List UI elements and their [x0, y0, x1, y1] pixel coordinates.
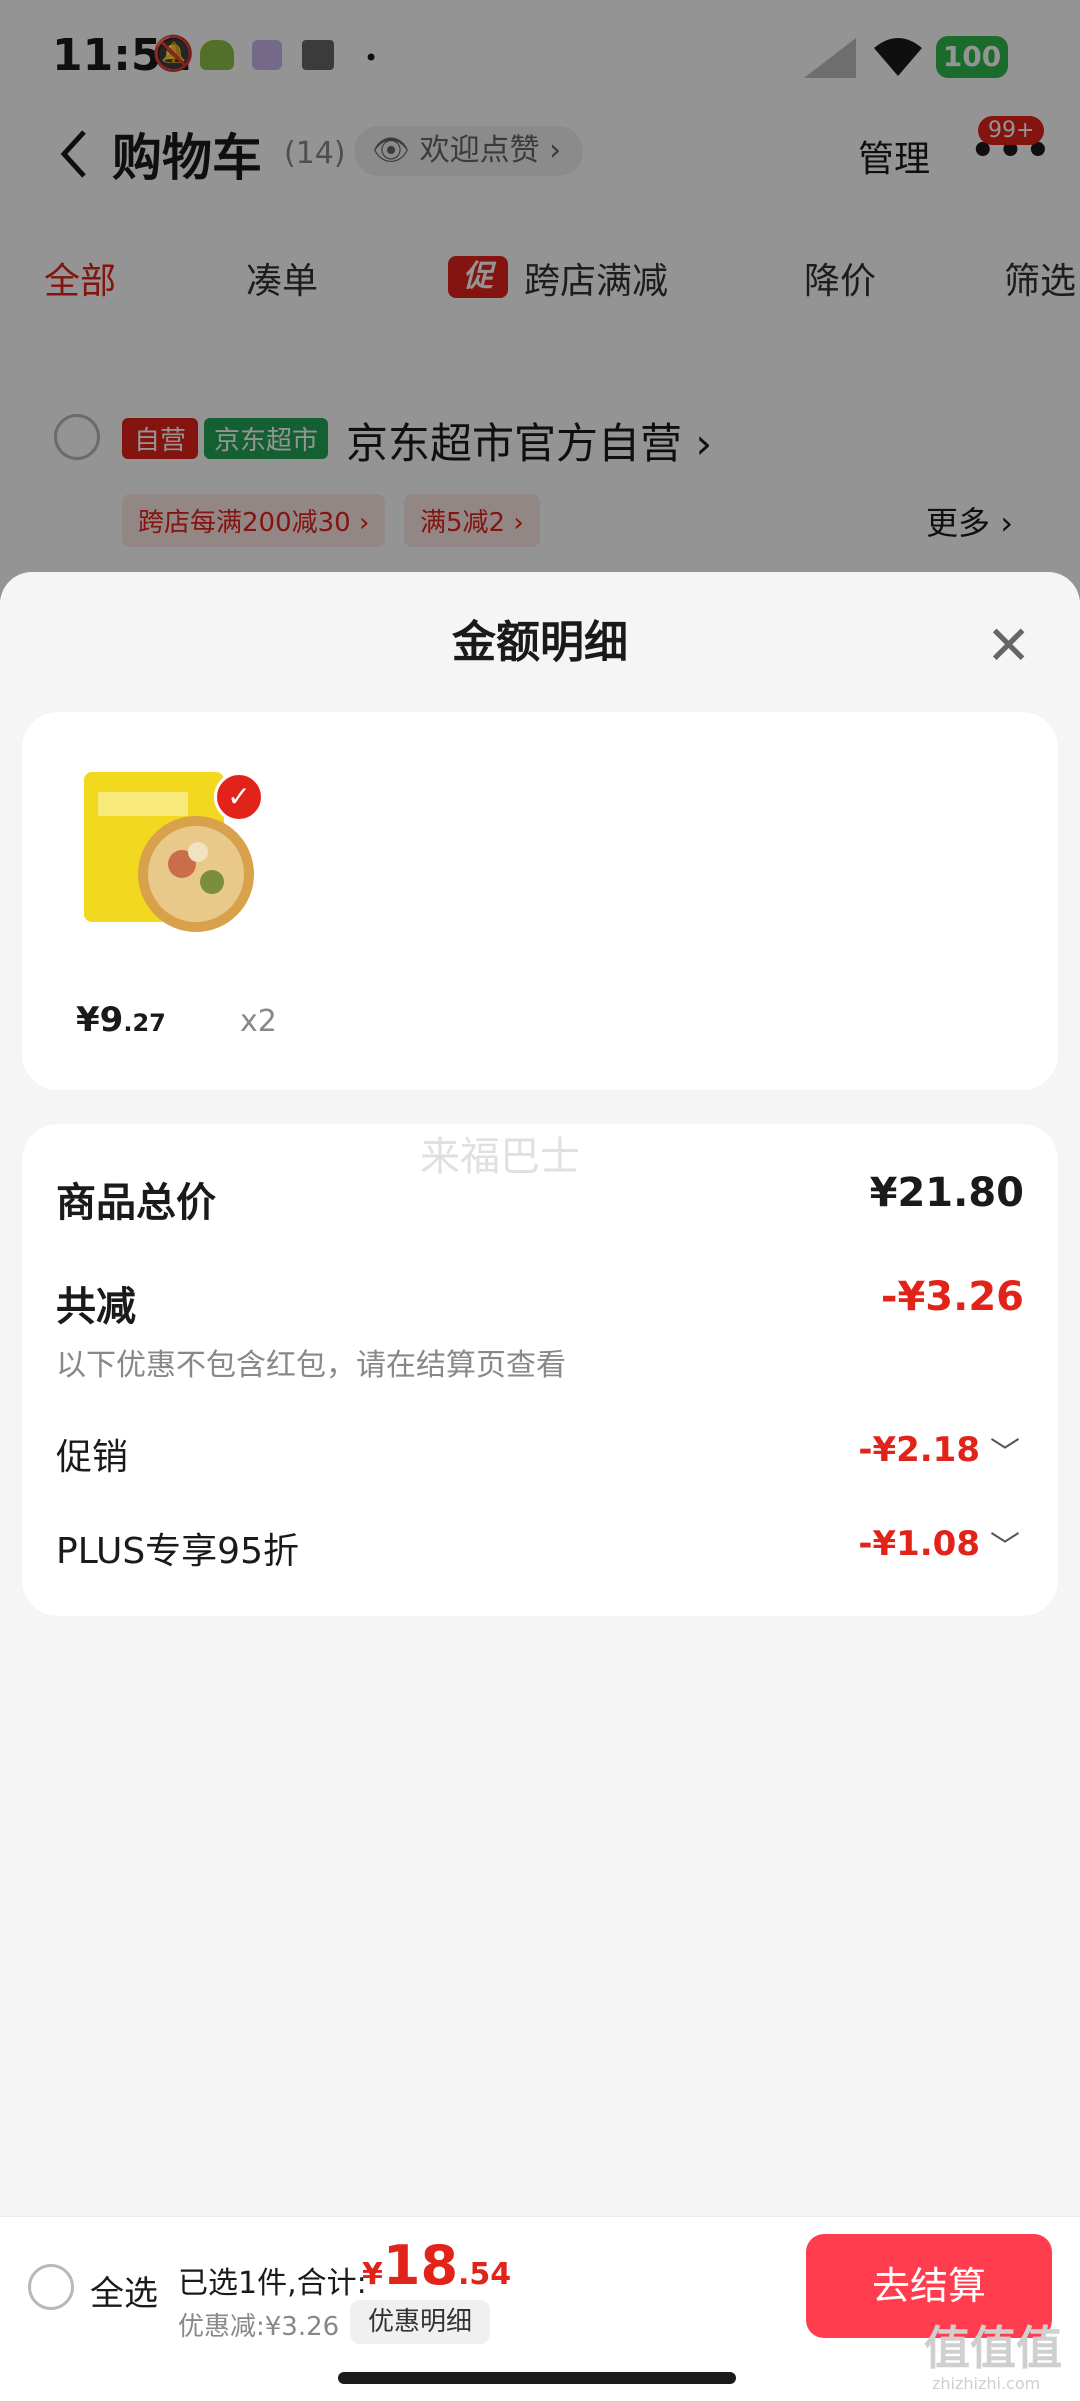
watermark-text: 来福巴士 [420, 1134, 580, 1180]
plus-discount-expand-chevron-icon[interactable]: ﹀ [990, 1522, 1020, 1566]
discount-note: 以下优惠不包含红包，请在结算页查看 [56, 1348, 566, 1383]
promotion-value: -¥2.18 [858, 1430, 980, 1470]
close-icon[interactable]: ✕ [986, 614, 1031, 677]
product-selected-check-icon: ✓ [214, 772, 264, 822]
total-price-label: 商品总价 [56, 1180, 216, 1226]
home-indicator[interactable] [338, 2372, 736, 2384]
total-price-value: ¥21.80 [869, 1170, 1024, 1216]
discount-total-label: 共减 [56, 1284, 136, 1330]
corner-watermark-site: zhizhizhi.com [932, 2374, 1041, 2393]
promotion-label: 促销 [56, 1437, 129, 1478]
select-all-label[interactable]: 全选 [90, 2266, 158, 2315]
selected-summary-label: 已选1件,合计: [178, 2266, 367, 2301]
total-amount: ¥18.54 [362, 2234, 512, 2297]
plus-discount-value: -¥1.08 [858, 1524, 980, 1564]
discount-total-value: -¥3.26 [880, 1274, 1024, 1320]
discount-detail-button[interactable]: 优惠明细 [350, 2300, 491, 2344]
sheet-title: 金额明细 [452, 617, 628, 668]
modal-backdrop[interactable] [0, 0, 1080, 600]
saved-amount: 优惠减:¥3.26 [178, 2312, 340, 2342]
product-price: ¥9.27 [76, 1000, 166, 1040]
select-all-radio[interactable] [28, 2264, 74, 2310]
corner-watermark-logo: 值值值 [924, 2321, 1062, 2375]
promotion-expand-chevron-icon[interactable]: ﹀ [990, 1428, 1020, 1472]
product-quantity: x2 [240, 1004, 277, 1039]
plus-discount-label: PLUS专享95折 [56, 1531, 299, 1572]
